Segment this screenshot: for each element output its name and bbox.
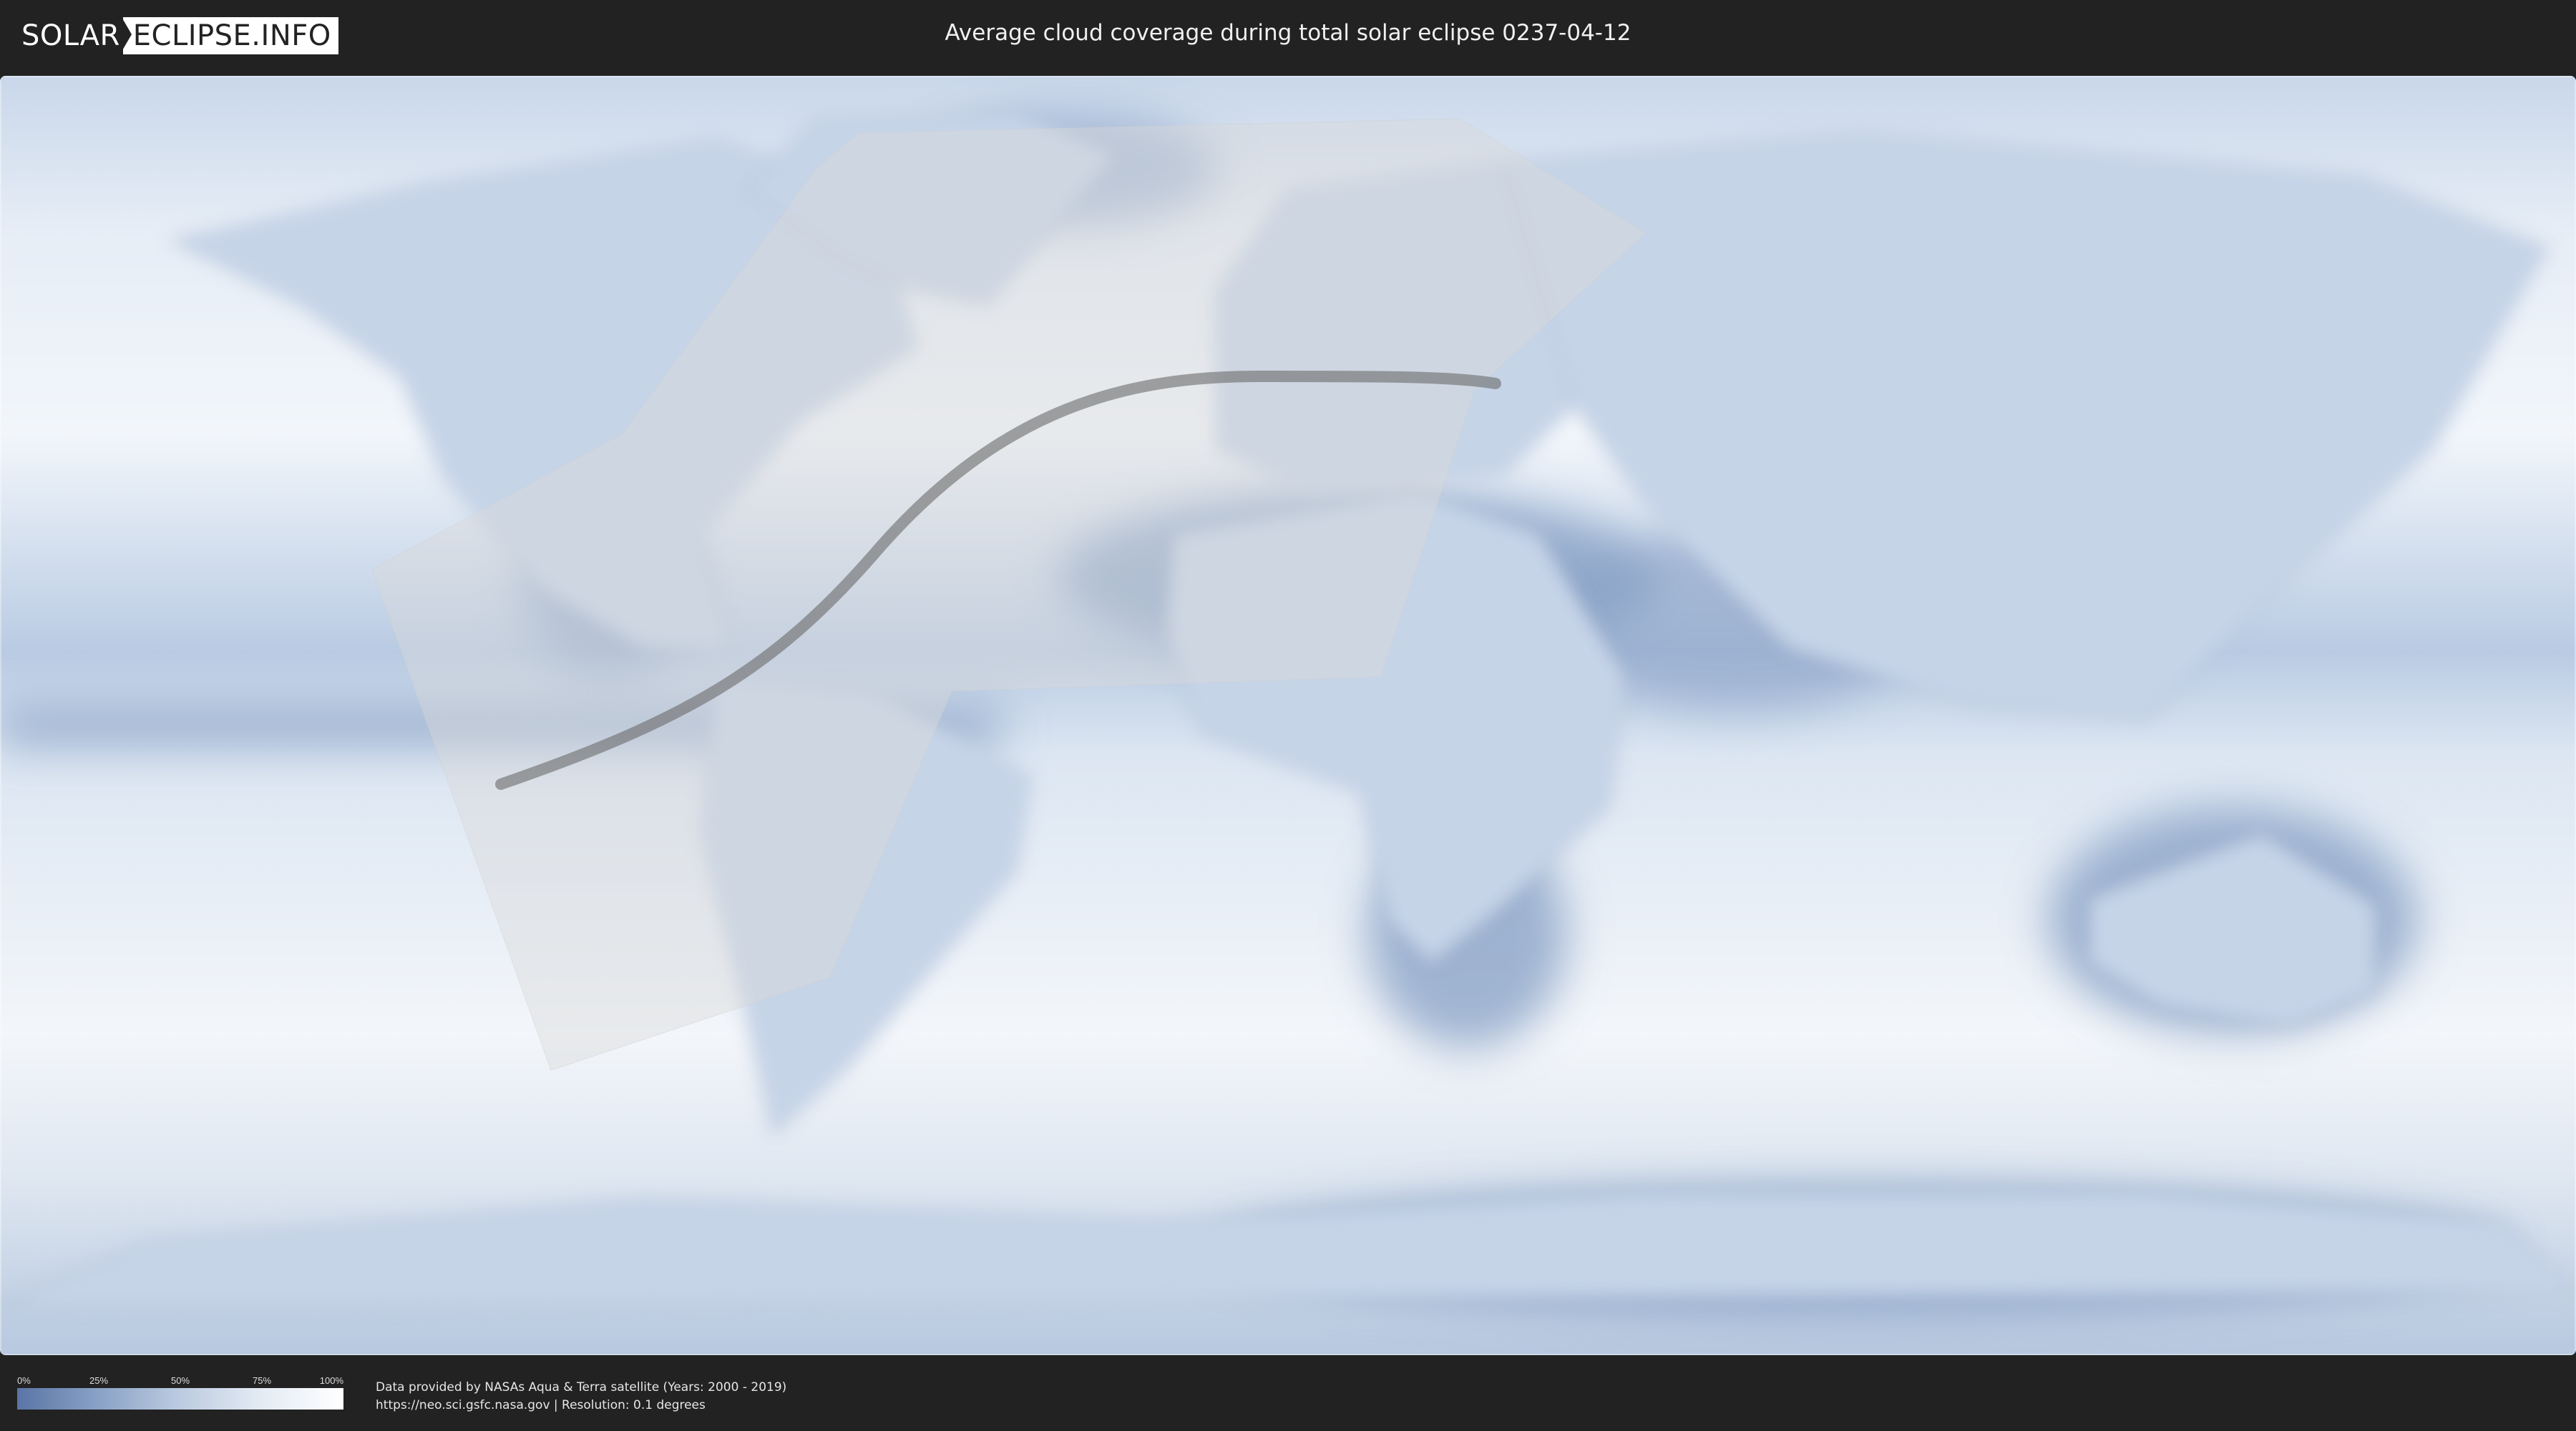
- cloud-coverage-legend: 0% 25% 50% 75% 100%: [17, 1375, 343, 1410]
- header-bar: SOLAR ECLIPSE.INFO Average cloud coverag…: [0, 0, 2576, 72]
- page-title: Average cloud coverage during total sola…: [945, 20, 1631, 46]
- legend-tick-100: 100%: [319, 1375, 343, 1386]
- data-credits: Data provided by NASAs Aqua & Terra sate…: [376, 1379, 786, 1415]
- credits-line-url: https://neo.sci.gsfc.nasa.gov | Resoluti…: [376, 1398, 706, 1412]
- world-map-svg: [0, 76, 2576, 1355]
- legend-tick-75: 75%: [252, 1375, 272, 1386]
- legend-color-bar: [17, 1388, 343, 1410]
- cloud-coverage-map[interactable]: [0, 76, 2576, 1355]
- legend-tick-50: 50%: [170, 1375, 190, 1386]
- legend-ticks: 0% 25% 50% 75% 100%: [17, 1375, 343, 1388]
- credits-line-source: Data provided by NASAs Aqua & Terra sate…: [376, 1380, 787, 1395]
- legend-tick-25: 25%: [89, 1375, 109, 1386]
- legend-tick-0: 0%: [17, 1375, 31, 1386]
